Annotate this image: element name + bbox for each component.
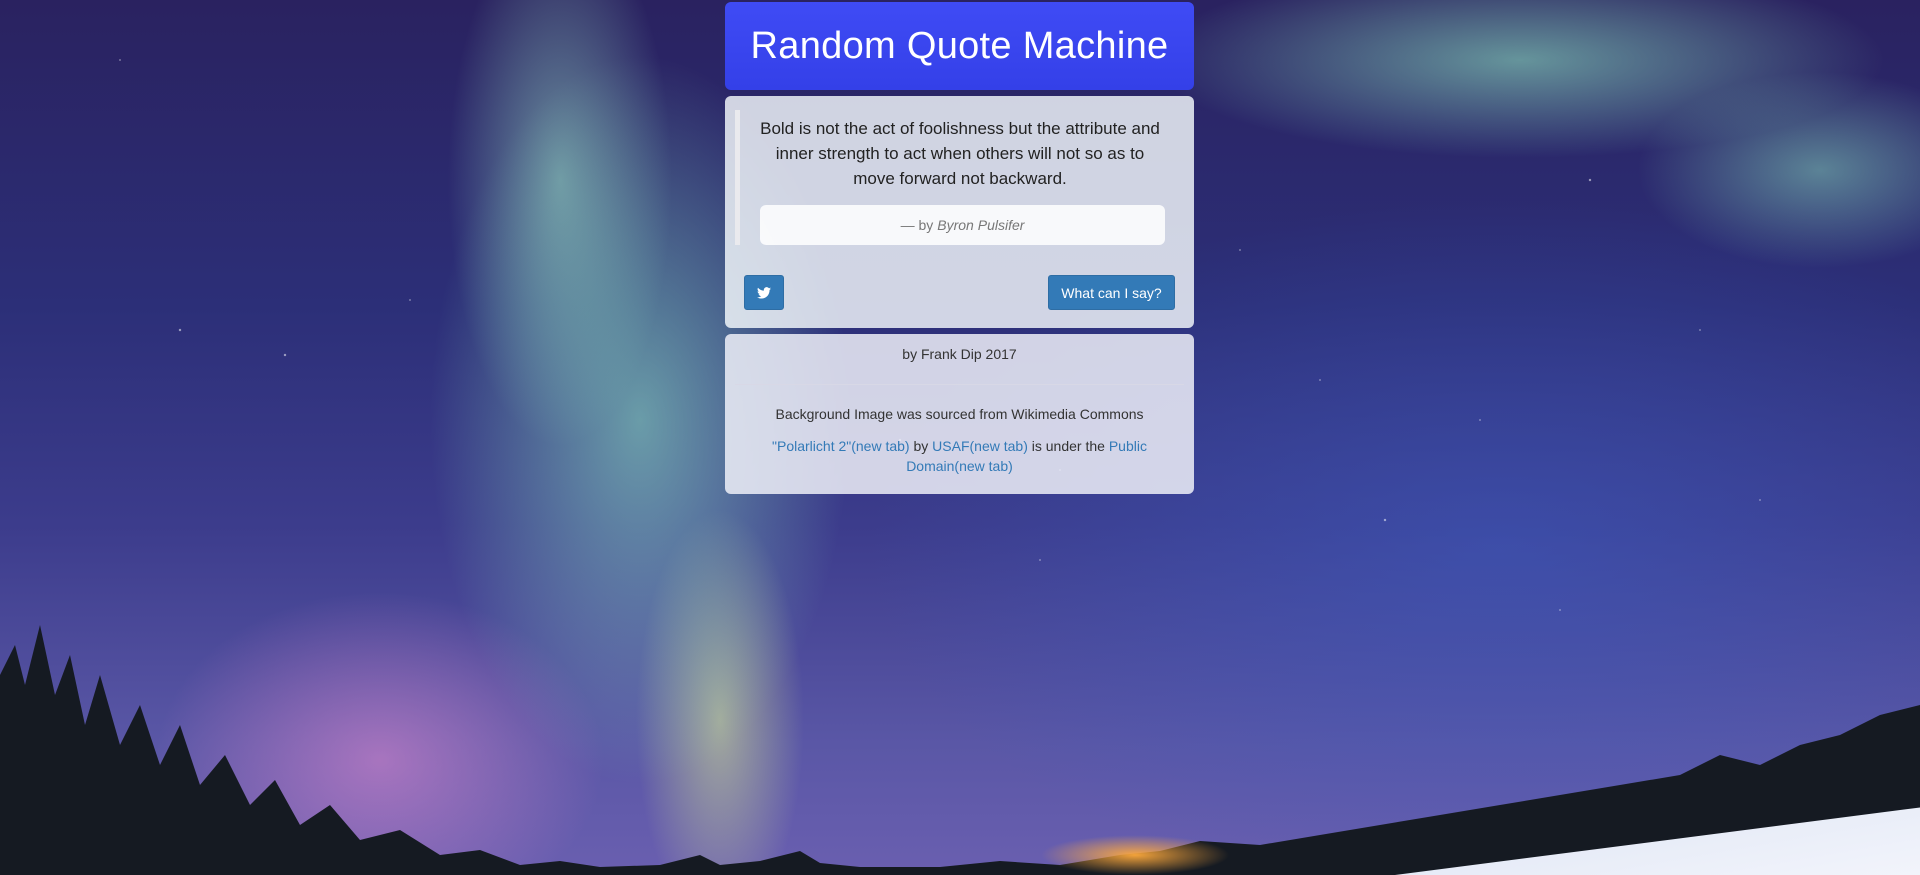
image-source-text: Background Image was sourced from Wikime… — [775, 406, 1144, 422]
image-title-link[interactable]: "Polarlicht 2"(new tab) — [772, 438, 910, 454]
quote-blockquote: Bold is not the act of foolishness but t… — [735, 110, 1180, 245]
author-name: Byron Pulsifer — [937, 217, 1025, 233]
license-by-text: by — [913, 438, 929, 454]
background-treeline — [0, 625, 1920, 875]
image-author-link[interactable]: USAF(new tab) — [932, 438, 1028, 454]
background-snow — [1395, 807, 1920, 875]
quote-app: Random Quote Machine Bold is not the act… — [725, 2, 1194, 494]
background-light-glow — [1040, 835, 1230, 875]
footer-credit: by Frank Dip 2017 — [902, 346, 1017, 362]
author-prefix: — by — [900, 217, 934, 233]
app-header: Random Quote Machine — [725, 2, 1194, 90]
quote-author: — by Byron Pulsifer — [760, 205, 1165, 245]
twitter-icon — [757, 286, 771, 299]
new-quote-button[interactable]: What can I say? — [1048, 275, 1175, 310]
tweet-quote-button[interactable] — [744, 275, 784, 310]
license-under-text: is under the — [1031, 438, 1105, 454]
quote-text: Bold is not the act of foolishness but t… — [760, 119, 1160, 188]
footer-divider — [735, 384, 1184, 385]
image-license: "Polarlicht 2"(new tab) by USAF(new tab)… — [765, 436, 1154, 476]
quote-card: Bold is not the act of foolishness but t… — [725, 96, 1194, 328]
page-title: Random Quote Machine — [750, 24, 1169, 67]
footer: by Frank Dip 2017 Background Image was s… — [725, 334, 1194, 494]
